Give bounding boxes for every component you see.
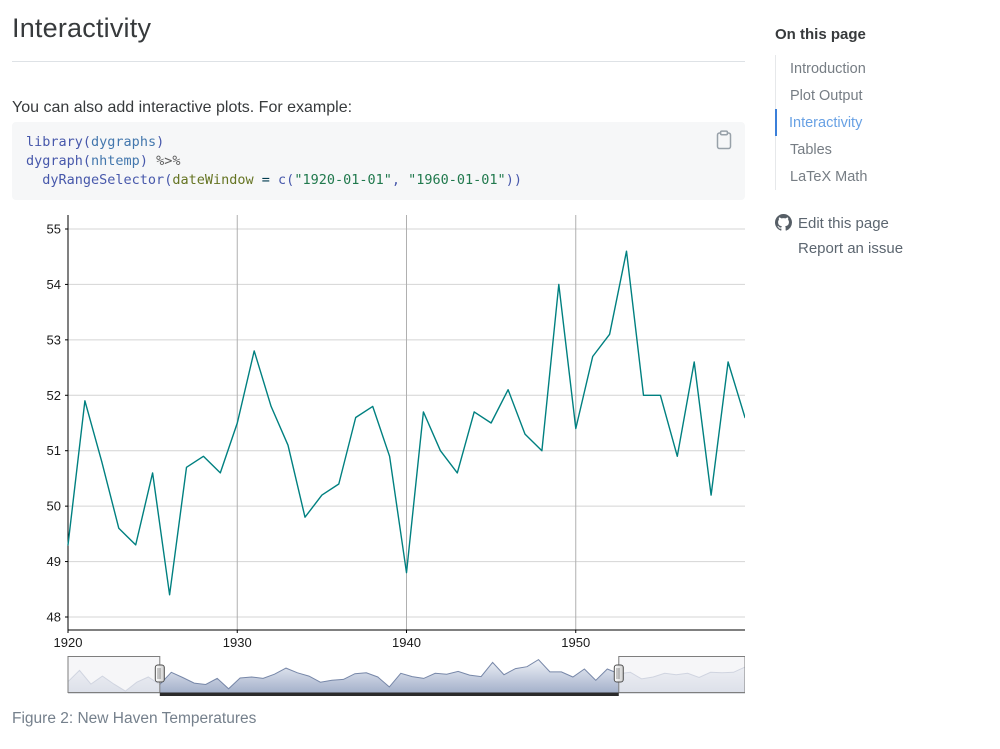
toc-link-report-an-issue[interactable]: Report an issue: [775, 236, 995, 261]
range-selector-selected-bar[interactable]: [160, 693, 619, 697]
svg-text:55: 55: [47, 221, 61, 236]
toc-link-label: Report an issue: [798, 240, 903, 257]
toc-item-tables[interactable]: Tables: [776, 136, 995, 163]
svg-text:49: 49: [47, 554, 61, 569]
svg-text:48: 48: [47, 610, 61, 625]
title-divider: [12, 61, 745, 62]
svg-text:1920: 1920: [54, 635, 83, 650]
toc-item-introduction[interactable]: Introduction: [776, 55, 995, 82]
figure-caption: Figure 2: New Haven Temperatures: [12, 710, 256, 728]
range-selector-left-shade: [68, 657, 160, 693]
copy-code-button[interactable]: [713, 130, 735, 152]
svg-text:54: 54: [47, 277, 61, 292]
toc-item-plot-output[interactable]: Plot Output: [776, 82, 995, 109]
temperature-chart[interactable]: 48 49 50 51 52 53 54 55 1920 1930 1940 1950: [12, 212, 745, 704]
dygraph-range-selector[interactable]: [68, 657, 745, 697]
toc-links: Edit this page Report an issue: [775, 211, 995, 261]
toc-link-edit-this-page[interactable]: Edit this page: [775, 211, 995, 236]
range-selector-right-handle[interactable]: [614, 665, 623, 682]
svg-text:53: 53: [47, 332, 61, 347]
svg-text:1940: 1940: [392, 635, 421, 650]
page-title: Interactivity: [12, 13, 151, 44]
code-block: library(dygraphs) dygraph(nhtemp) %>% dy…: [12, 122, 745, 200]
svg-text:52: 52: [47, 388, 61, 403]
code-text: library(dygraphs) dygraph(nhtemp) %>% dy…: [26, 133, 731, 190]
toc-link-label: Edit this page: [798, 215, 889, 232]
svg-text:51: 51: [47, 443, 61, 458]
range-selector-left-handle[interactable]: [155, 665, 164, 682]
clipboard-icon: [714, 130, 734, 150]
on-this-page-nav: On this page IntroductionPlot OutputInte…: [775, 26, 995, 261]
range-selector-right-shade: [619, 657, 745, 693]
dygraph-container: 48 49 50 51 52 53 54 55 1920 1930 1940 1950: [12, 212, 745, 704]
svg-text:1950: 1950: [561, 635, 590, 650]
svg-text:1930: 1930: [223, 635, 252, 650]
toc-item-interactivity[interactable]: Interactivity: [775, 109, 996, 136]
chart-axis-labels: 48 49 50 51 52 53 54 55 1920 1930 1940 1950: [47, 221, 591, 650]
github-icon: [775, 214, 792, 231]
intro-text: You can also add interactive plots. For …: [12, 99, 745, 117]
svg-text:50: 50: [47, 499, 61, 514]
toc-item-latex-math[interactable]: LaTeX Math: [776, 163, 995, 190]
toc-list: IntroductionPlot OutputInteractivityTabl…: [775, 55, 995, 190]
toc-header: On this page: [775, 26, 995, 43]
chart-axes: [65, 215, 745, 633]
